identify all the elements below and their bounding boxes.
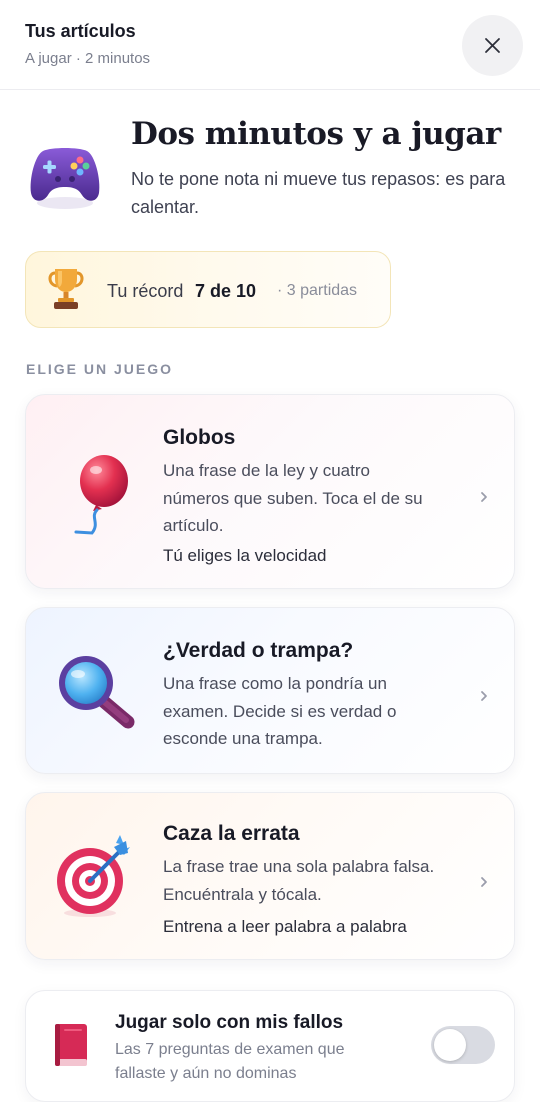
card-title: Globos [163,426,236,449]
record-games-count: · 3 partidas [277,282,358,299]
card-note: Tú eliges la velocidad [163,546,327,565]
chevron-right-icon [481,877,487,887]
card-title: Caza la errata [163,822,300,845]
target-icon [57,835,130,917]
chevron-right-icon [481,691,487,701]
mistakes-only-card: Jugar solo con mis fallos Las 7 pregunta… [25,990,515,1102]
section-label: ELIGE UN JUEGO [26,361,174,377]
chevron-right-icon [481,492,487,502]
record-banner: Tu récord 7 de 10 · 3 partidas [25,251,391,328]
mistakes-description: Las 7 preguntas de examen que fallaste y … [115,1041,345,1082]
mistakes-toggle[interactable] [431,1026,495,1064]
card-title: ¿Verdad o trampa? [163,639,354,662]
hero-title: Dos minutos y a jugar [131,116,501,152]
card-description: La frase trae una sola palabra falsa. Enc… [163,857,435,904]
magnifier-icon [59,656,135,729]
toggle-knob [434,1029,466,1061]
card-description: Una frase como la pondría un examen. Deci… [163,674,397,748]
card-description: Una frase de la ley y cuatro números que … [163,461,423,535]
close-button[interactable] [462,15,523,76]
game-card-verdad-o-trampa[interactable]: ¿Verdad o trampa? Una frase como la pond… [25,607,515,774]
screen-subtitle: A jugar · 2 minutos [25,50,151,67]
top-bar: Tus artículos A jugar · 2 minutos [0,0,540,90]
hero-description: No te pone nota ni mueve tus repasos: es… [131,169,506,217]
game-card-globos[interactable]: Globos Una frase de la ley y cuatro númer… [25,394,515,589]
mistakes-title: Jugar solo con mis fallos [115,1012,344,1033]
trophy-icon [48,269,84,309]
card-note: Entrena a leer palabra a palabra [163,917,407,936]
balloon-icon [74,455,128,535]
book-icon [55,1024,87,1066]
record-label: Tu récord [107,281,184,301]
close-icon [485,38,500,53]
gamepad-icon [30,148,100,209]
record-value: 7 de 10 [195,281,257,301]
screen-title: Tus artículos [25,21,136,41]
game-card-caza-la-errata[interactable]: Caza la errata La frase trae una sola pa… [25,792,515,960]
